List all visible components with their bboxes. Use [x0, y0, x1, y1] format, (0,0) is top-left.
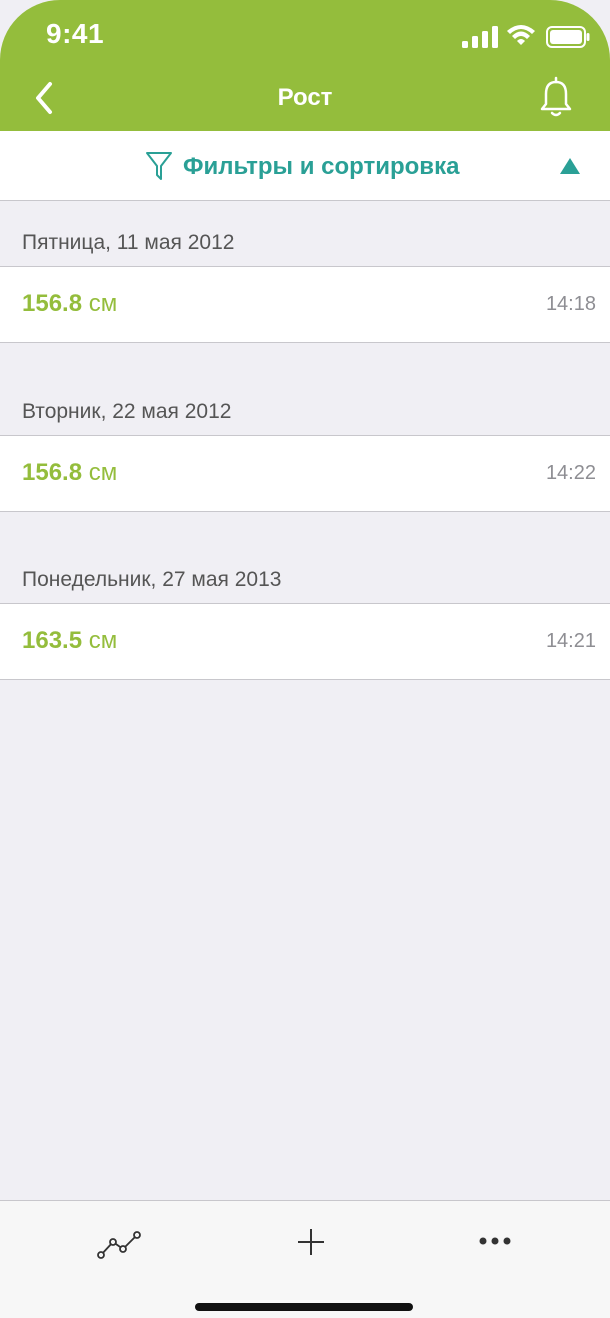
- signal-icon: [462, 26, 498, 48]
- bell-icon: [540, 76, 572, 117]
- list-item[interactable]: 163.5 см 14:21: [0, 603, 610, 680]
- app-screen: 9:41 Рост Фильтры и сортировка Пятница, …: [0, 0, 610, 1318]
- status-time: 9:41: [46, 18, 105, 49]
- list-item[interactable]: 156.8 см 14:22: [0, 435, 610, 512]
- height-value: 156.8 см: [22, 459, 117, 487]
- value-unit: см: [88, 459, 118, 486]
- chart-button[interactable]: [90, 1221, 150, 1265]
- date-label: Вторник, 22 мая 2012: [22, 400, 232, 423]
- list-item[interactable]: 156.8 см 14:18: [0, 266, 610, 343]
- wifi-icon: [507, 25, 535, 45]
- notifications-button[interactable]: [536, 76, 576, 120]
- bottom-toolbar: [0, 1200, 610, 1318]
- page-title: Рост: [277, 84, 333, 111]
- entry-time: 14:22: [545, 462, 596, 484]
- section-date-header: Вторник, 22 мая 2012: [0, 370, 610, 436]
- date-label: Пятница, 11 мая 2012: [22, 231, 235, 254]
- filter-icon: [146, 152, 172, 180]
- value-number: 156.8: [22, 290, 83, 317]
- value-number: 163.5: [22, 627, 83, 654]
- filter-sort-label: Фильтры и сортировка: [183, 153, 460, 180]
- section-date-header: Пятница, 11 мая 2012: [0, 201, 610, 267]
- height-value: 163.5 см: [22, 627, 117, 655]
- more-button[interactable]: [465, 1221, 525, 1265]
- value-unit: см: [88, 627, 118, 654]
- collapse-arrow-icon[interactable]: [560, 158, 580, 174]
- value-number: 156.8: [22, 459, 83, 486]
- entry-time: 14:18: [545, 293, 596, 315]
- plus-icon: [298, 1229, 324, 1255]
- add-entry-button[interactable]: [281, 1221, 341, 1265]
- value-unit: см: [88, 290, 118, 317]
- date-label: Понедельник, 27 мая 2013: [22, 568, 282, 591]
- height-value: 156.8 см: [22, 290, 117, 318]
- nav-header: 9:41 Рост: [0, 0, 610, 131]
- entry-time: 14:21: [545, 630, 596, 652]
- home-indicator: [195, 1303, 413, 1311]
- section-date-header: Понедельник, 27 мая 2013: [0, 538, 610, 604]
- battery-icon: [546, 26, 590, 48]
- more-icon: [479, 1237, 511, 1245]
- chart-line-icon: [97, 1231, 141, 1259]
- filter-sort-bar[interactable]: Фильтры и сортировка: [0, 131, 610, 201]
